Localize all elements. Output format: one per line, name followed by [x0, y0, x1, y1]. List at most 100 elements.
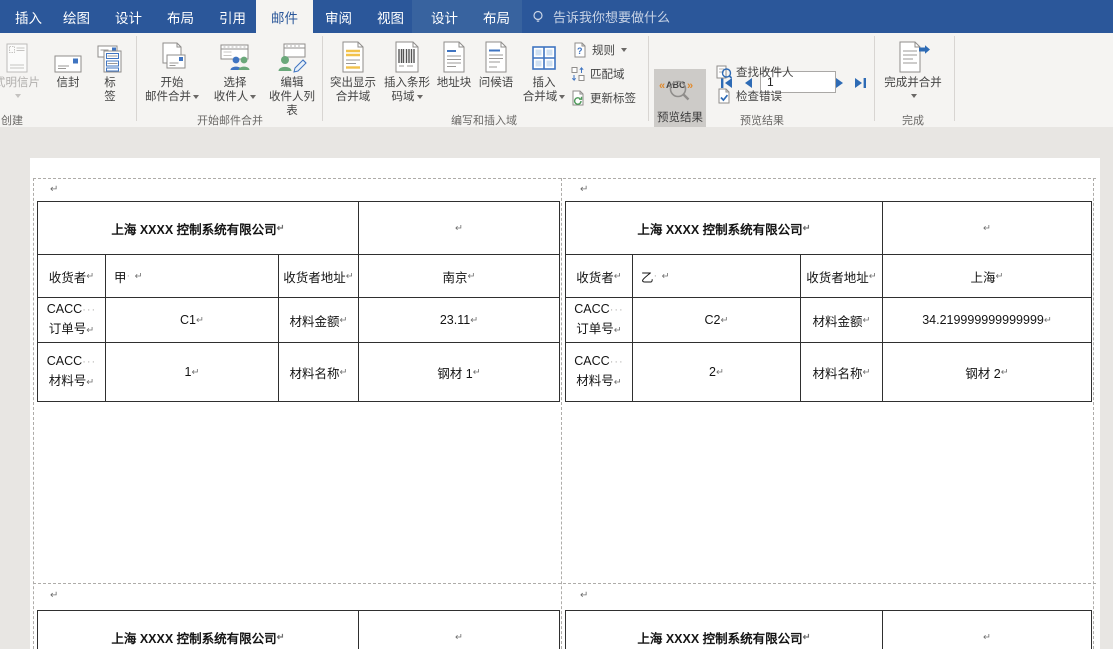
- labels-label-line2: 签: [104, 91, 116, 103]
- header-cell: CACC··· 订单号↵: [566, 298, 633, 343]
- company-cell: 上海 XXXX 控制系统有限公司 ↵: [566, 611, 883, 649]
- postcard-button[interactable]: 式明信片: [0, 36, 48, 98]
- address-block-button[interactable]: 地址块: [434, 36, 474, 90]
- labels-icon: [97, 36, 123, 73]
- group-divider: [322, 36, 323, 121]
- tab-design[interactable]: 设计: [100, 0, 157, 33]
- merge-label-table[interactable]: 上海 XXXX 控制系统有限公司 ↵ ↵: [37, 610, 560, 649]
- value-cell: 2 ↵: [633, 343, 801, 401]
- header-cell: CACC··· 订单号↵: [38, 298, 106, 343]
- ribbon: 式明信片 信封: [0, 33, 1113, 137]
- insert-barcode-field-button[interactable]: 插入条形 码域: [380, 36, 434, 104]
- start-mail-merge-button[interactable]: 开始 邮件合并: [142, 36, 202, 104]
- last-record-button[interactable]: [852, 74, 868, 92]
- tab-mailings[interactable]: 邮件: [256, 0, 313, 33]
- group-divider: [954, 36, 955, 121]
- update-labels-button[interactable]: 更新标签: [570, 90, 636, 106]
- update-labels-label: 更新标签: [590, 93, 636, 105]
- finish-merge-label: 完成并合并: [884, 77, 942, 89]
- envelope-label: 信封: [56, 77, 80, 89]
- tell-me-box[interactable]: 告诉我你想要做什么: [530, 0, 670, 33]
- label-boundary: [561, 178, 562, 649]
- postcard-label: 式明信片: [0, 77, 40, 89]
- finish-merge-icon: [896, 36, 930, 73]
- tell-me-label: 告诉我你想要做什么: [553, 10, 671, 25]
- tab-layout[interactable]: 布局: [152, 0, 209, 33]
- value-cell: 钢材 1 ↵: [437, 366, 481, 381]
- edit-recipient-list-button[interactable]: 编辑 收件人列表: [264, 36, 320, 118]
- dropdown-arrow-icon: [15, 94, 21, 98]
- insert-merge-field-label-line1: 插入: [532, 77, 556, 89]
- check-errors-button[interactable]: 检查错误: [716, 88, 782, 104]
- paragraph-mark: ↵: [50, 590, 59, 601]
- dropdown-arrow-icon: [250, 94, 257, 99]
- insert-merge-field-button[interactable]: 插入 合并域: [520, 36, 568, 104]
- value-cell: 上海 ↵: [883, 255, 1091, 298]
- preview-results-label: 预览结果: [657, 112, 703, 124]
- group-divider: [648, 36, 649, 121]
- label-boundary: [33, 178, 34, 649]
- envelope-icon: [54, 36, 82, 73]
- select-recipients-button[interactable]: 选择 收件人: [206, 36, 264, 104]
- value-cell: 乙 · ↵: [633, 255, 801, 298]
- value-cell: 甲 · ↵: [106, 255, 279, 298]
- insert-merge-field-icon: [529, 36, 559, 73]
- find-recipient-icon: [716, 65, 732, 79]
- greeting-line-label: 问候语: [478, 77, 514, 89]
- header-cell: 材料金额 ↵: [801, 298, 883, 343]
- label-boundary: [33, 178, 1096, 179]
- header-cell: 收货者地址 ↵: [279, 255, 359, 298]
- rules-button[interactable]: ? 规则: [572, 42, 627, 58]
- greeting-line-button[interactable]: 问候语: [476, 36, 516, 90]
- empty-cell: ↵: [883, 202, 1091, 255]
- start-merge-label-line1: 开始: [160, 77, 184, 89]
- group-label-write-insert: 编写和插入域: [451, 115, 517, 127]
- check-errors-icon: [718, 88, 730, 104]
- merge-label-table[interactable]: 上海 XXXX 控制系统有限公司 ↵ ↵: [565, 610, 1092, 649]
- tab-references[interactable]: 引用: [204, 0, 261, 33]
- start-mail-merge-icon: [156, 36, 188, 73]
- tab-view[interactable]: 视图: [362, 0, 419, 33]
- merge-label-table[interactable]: 上海 XXXX 控制系统有限公司 ↵ ↵ 收货者 ↵ 乙 · ↵ 收货者地址 ↵ 上海 ↵…: [565, 201, 1092, 402]
- merge-label-table[interactable]: 上海 XXXX 控制系统有限公司 ↵ ↵ 收货者 ↵ 甲 · ↵ 收货者地址 ↵ 南京 ↵…: [37, 201, 560, 402]
- highlight-merge-fields-button[interactable]: 突出显示 合并域: [326, 36, 380, 104]
- empty-cell: ↵: [359, 611, 559, 649]
- preview-results-icon: « ABC »: [658, 69, 702, 109]
- edit-recipient-list-icon: [276, 36, 308, 73]
- select-recipients-label-line1: 选择: [223, 77, 247, 89]
- envelope-button[interactable]: 信封: [50, 36, 86, 90]
- dropdown-arrow-icon: [559, 94, 566, 99]
- header-cell: 材料名称 ↵: [279, 343, 359, 401]
- tab-table-design[interactable]: 设计: [416, 0, 473, 33]
- match-fields-button[interactable]: 匹配域: [570, 66, 625, 82]
- header-cell: 收货者地址 ↵: [801, 255, 883, 298]
- empty-cell: ↵: [883, 611, 1091, 649]
- page[interactable]: ↵ ↵ ↵ ↵ 上海 XXXX 控制系统有限公司 ↵ ↵ 收货者 ↵ 甲 · ↵ 收货…: [30, 158, 1100, 649]
- dropdown-arrow-icon: [193, 94, 199, 99]
- value-cell: C1 ↵: [106, 298, 279, 343]
- horizontal-ruler[interactable]: 2468101214161820222426283032343638404244…: [0, 127, 1113, 282]
- value-cell: 钢材 2 ↵: [965, 366, 1009, 381]
- tab-table-layout[interactable]: 布局: [468, 0, 525, 33]
- tab-review[interactable]: 审阅: [310, 0, 367, 33]
- find-recipient-button[interactable]: 查找收件人: [716, 64, 794, 80]
- select-recipients-label-line2: 收件人: [213, 91, 249, 103]
- barcode-label-line2: 码域: [391, 91, 415, 103]
- svg-text:?: ?: [577, 46, 583, 56]
- value-cell: 23.11 ↵: [359, 298, 559, 343]
- edit-recipient-list-label-line2: 收件人列表: [269, 91, 315, 117]
- select-recipients-icon: [219, 36, 251, 73]
- company-cell: 上海 XXXX 控制系统有限公司 ↵: [38, 202, 359, 255]
- word-window: 插入 绘图 设计 布局 引用 邮件 审阅 视图 设计 布局 告诉我你想要做什么: [0, 0, 1113, 649]
- company-cell: 上海 XXXX 控制系统有限公司 ↵: [38, 611, 359, 649]
- edit-recipient-list-label-line1: 编辑: [280, 77, 304, 89]
- address-block-label: 地址块: [436, 77, 472, 89]
- dropdown-arrow-icon: [911, 94, 917, 98]
- greeting-line-icon: [483, 36, 509, 73]
- ribbon-tab-bar: 插入 绘图 设计 布局 引用 邮件 审阅 视图 设计 布局 告诉我你想要做什么: [0, 0, 1113, 33]
- highlight-label-line1: 突出显示: [330, 77, 376, 89]
- tab-draw[interactable]: 绘图: [48, 0, 105, 33]
- finish-merge-button[interactable]: 完成并合并: [882, 36, 944, 98]
- labels-button[interactable]: 标 签: [92, 36, 128, 104]
- next-record-button[interactable]: [832, 74, 848, 92]
